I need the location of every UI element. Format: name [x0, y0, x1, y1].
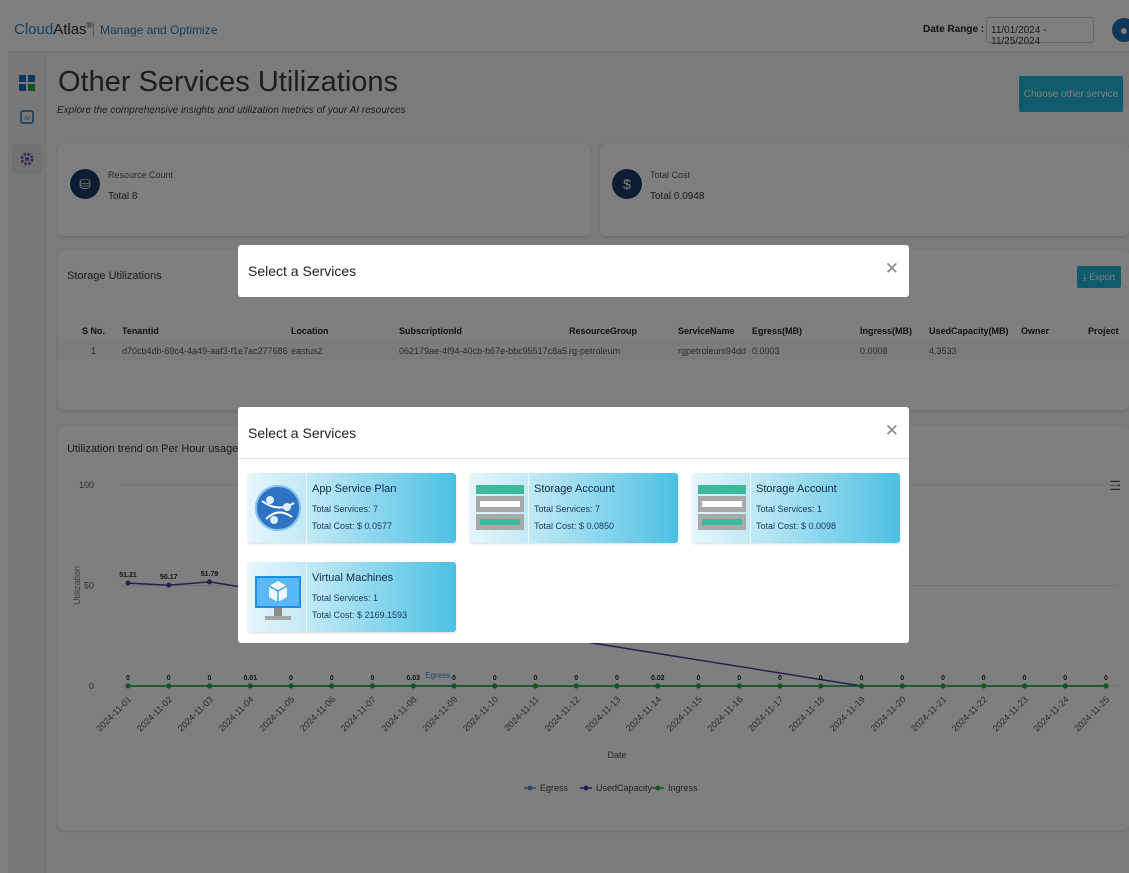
storage-account-icon — [476, 485, 524, 530]
modal-header: Select a Services ✕ — [238, 245, 909, 297]
close-icon[interactable]: ✕ — [885, 421, 899, 441]
service-count: Total Services: 7 — [312, 504, 379, 514]
modal-title: Select a Services — [248, 425, 357, 441]
service-name: Storage Account — [756, 483, 837, 495]
service-card-storage-account[interactable]: Storage Account Total Services: 1 Total … — [692, 473, 900, 543]
card-divider — [306, 473, 307, 543]
service-cost: Total Cost: $ 2169.1593 — [312, 610, 408, 620]
service-name: Storage Account — [534, 483, 615, 495]
card-divider — [750, 473, 751, 543]
service-card-virtual-machines[interactable]: Virtual Machines Total Services: 1 Total… — [248, 562, 456, 632]
service-cost: Total Cost: $ 0.0577 — [312, 521, 393, 531]
card-divider — [528, 473, 529, 543]
service-count: Total Services: 7 — [534, 504, 601, 514]
service-card-app-service-plan[interactable]: App Service Plan Total Services: 7 Total… — [248, 473, 456, 543]
service-card-storage-account[interactable]: Storage Account Total Services: 7 Total … — [470, 473, 678, 543]
service-count: Total Services: 1 — [756, 504, 823, 514]
service-cost: Total Cost: $ 0.0850 — [534, 521, 615, 531]
storage-account-icon — [698, 485, 746, 530]
select-services-modal-back: Select a Services ✕ — [238, 245, 909, 297]
virtual-machine-icon — [255, 576, 301, 620]
service-cost: Total Cost: $ 0.0098 — [756, 521, 837, 531]
card-divider — [306, 562, 307, 632]
app-service-plan-icon — [255, 485, 301, 531]
close-icon[interactable]: ✕ — [885, 259, 899, 279]
select-services-modal: Select a Services ✕ App Service Plan Tot… — [238, 407, 909, 643]
service-count: Total Services: 1 — [312, 593, 379, 603]
service-name: Virtual Machines — [312, 572, 394, 584]
modal-title: Select a Services — [248, 263, 357, 279]
modal-header: Select a Services ✕ — [238, 407, 909, 459]
service-name: App Service Plan — [312, 483, 397, 495]
